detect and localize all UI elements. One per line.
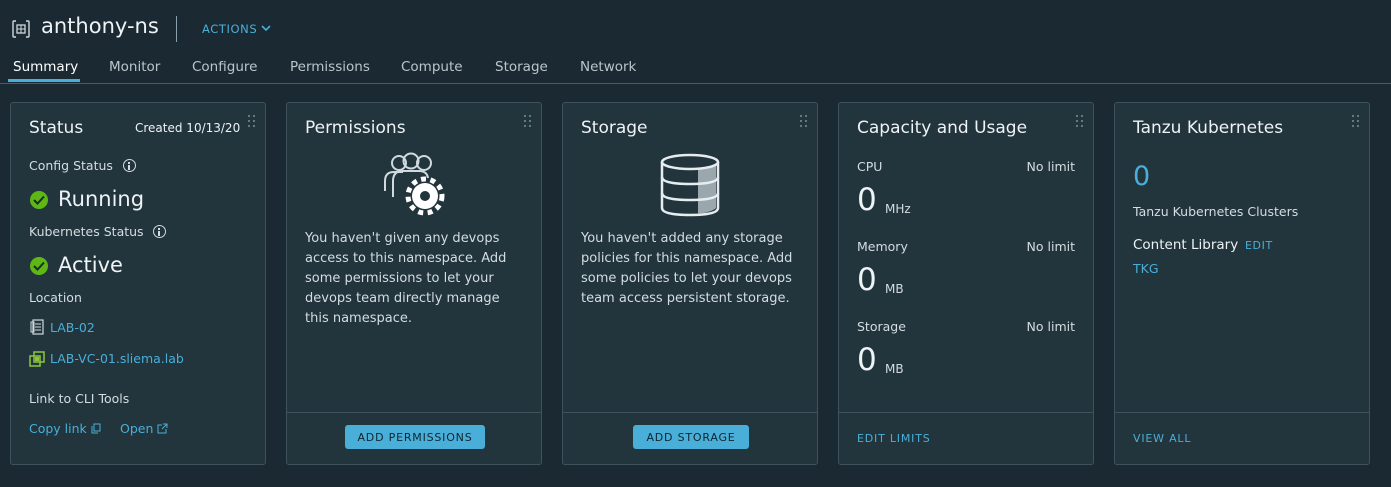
check-circle-icon [30,257,48,275]
kubernetes-status-value: Active [58,253,123,277]
drag-handle-icon[interactable] [800,115,808,129]
actions-menu-button[interactable]: ACTIONS [202,22,271,36]
add-permissions-button[interactable]: ADD PERMISSIONS [345,425,485,449]
permissions-empty-message: You haven't given any devops access to t… [305,231,507,326]
edit-content-library-link[interactable]: EDIT [1245,239,1273,252]
tanzu-cluster-count-link[interactable]: 0 [1133,161,1150,192]
external-link-icon [157,423,168,434]
namespace-icon [12,20,30,38]
storage-card: Storage You haven't added any storage po… [562,102,818,465]
permissions-card-footer: ADD PERMISSIONS [287,412,541,464]
permissions-card: Permissions You haven't given any devops… [286,102,542,465]
tab-summary[interactable]: Summary [13,59,78,75]
namespace-title: anthony-ns [41,14,159,38]
drag-handle-icon[interactable] [1352,115,1360,129]
database-icon [660,153,720,217]
cli-tools-label: Link to CLI Tools [29,391,130,406]
capacity-usage-card: Capacity and Usage CPU No limit 0 MHz Me… [838,102,1094,465]
tab-network[interactable]: Network [580,59,636,75]
tanzu-card-title: Tanzu Kubernetes [1133,118,1284,138]
vcenter-link[interactable]: LAB-VC-01.sliema.lab [50,351,184,366]
tanzu-clusters-label: Tanzu Kubernetes Clusters [1133,204,1299,219]
capacity-card-footer: EDIT LIMITS [839,412,1093,464]
memory-value: 0 [857,262,877,298]
copy-link-label: Copy link [29,421,87,436]
location-label: Location [29,290,82,305]
info-icon[interactable] [153,225,166,238]
cpu-value: 0 [857,182,877,218]
memory-label: Memory [857,239,908,254]
cpu-label: CPU [857,159,883,174]
content-library-tkg-link[interactable]: TKG [1133,261,1159,276]
copy-link-button[interactable]: Copy link [29,421,101,436]
storage-value: 0 [857,342,877,378]
storage-limit: No limit [1026,319,1075,334]
actions-label: ACTIONS [202,22,258,36]
tab-bar: Summary Monitor Configure Permissions Co… [0,58,1391,84]
check-circle-icon [30,191,48,209]
storage-empty-message: You haven't added any storage policies f… [581,231,793,306]
view-all-link[interactable]: VIEW ALL [1133,432,1191,445]
drag-handle-icon[interactable] [248,115,256,129]
tab-compute[interactable]: Compute [401,59,463,75]
content-library-label: Content Library [1133,237,1239,253]
status-card-title: Status [29,118,84,138]
created-date: Created 10/13/20 [135,121,241,135]
config-status-value: Running [58,187,145,211]
header-divider [176,16,177,42]
storage-card-title: Storage [581,118,648,138]
tab-configure[interactable]: Configure [192,59,257,75]
tanzu-card-footer: VIEW ALL [1115,412,1369,464]
cpu-limit: No limit [1026,159,1075,174]
page-header: anthony-ns ACTIONS Summary Monitor Confi… [0,0,1391,84]
datacenter-icon [30,319,44,335]
config-status-label: Config Status [29,158,113,173]
drag-handle-icon[interactable] [1076,115,1084,129]
storage-unit: MB [885,362,904,376]
users-gear-icon [384,152,445,216]
open-link-label: Open [120,421,154,436]
capacity-card-title: Capacity and Usage [857,118,1028,138]
vcenter-icon [29,351,45,367]
datacenter-link[interactable]: LAB-02 [50,320,95,335]
cpu-unit: MHz [885,202,911,216]
drag-handle-icon[interactable] [524,115,532,129]
info-icon[interactable] [123,159,136,172]
storage-card-footer: ADD STORAGE [563,412,817,464]
memory-limit: No limit [1026,239,1075,254]
chevron-down-icon [261,25,271,32]
permissions-card-title: Permissions [305,118,406,138]
tanzu-kubernetes-card: Tanzu Kubernetes 0 Tanzu Kubernetes Clus… [1114,102,1370,465]
status-card: Status Created 10/13/20 Config Status Ru… [10,102,266,465]
open-link-button[interactable]: Open [120,421,168,436]
storage-label: Storage [857,319,906,334]
tab-permissions[interactable]: Permissions [290,59,370,75]
edit-limits-link[interactable]: EDIT LIMITS [857,432,931,445]
copy-icon [91,423,101,434]
tab-monitor[interactable]: Monitor [109,59,160,75]
add-storage-button[interactable]: ADD STORAGE [633,425,749,449]
memory-unit: MB [885,282,904,296]
tab-storage[interactable]: Storage [495,59,548,75]
kubernetes-status-label: Kubernetes Status [29,224,144,239]
active-tab-indicator [8,79,80,82]
